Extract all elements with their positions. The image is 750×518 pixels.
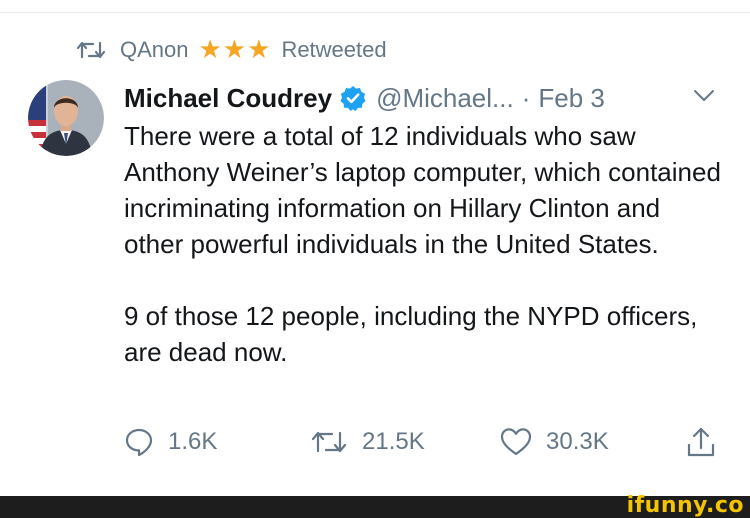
reply-icon xyxy=(125,428,153,457)
reply-count: 1.6K xyxy=(168,428,218,455)
header-separator: · xyxy=(521,82,531,113)
tweet-body: There were a total of 12 individuals who… xyxy=(124,118,724,370)
tweet-paragraph: 9 of those 12 people, including the NYPD… xyxy=(124,301,698,367)
star-emojis: ★★★ xyxy=(198,35,272,65)
like-count: 30.3K xyxy=(546,428,609,455)
retweet-context: QAnon ★★★ Retweeted xyxy=(76,33,387,67)
tweet-header: Michael Coudrey @Michael... · Feb 3 xyxy=(124,79,605,117)
ifunny-watermark: ifunny.co xyxy=(626,493,744,518)
retweet-count: 21.5K xyxy=(362,428,425,455)
retweeted-label: Retweeted xyxy=(281,37,387,62)
heart-icon xyxy=(500,428,532,456)
retweet-icon xyxy=(311,431,347,453)
like-button[interactable]: 30.3K xyxy=(500,422,609,462)
author-handle[interactable]: @Michael... xyxy=(376,83,514,114)
share-icon xyxy=(687,427,715,457)
avatar[interactable] xyxy=(28,80,104,156)
verified-badge-icon xyxy=(340,85,366,111)
retweet-button[interactable]: 21.5K xyxy=(310,422,425,462)
chevron-down-icon[interactable] xyxy=(692,84,716,108)
tweet-date[interactable]: Feb 3 xyxy=(538,83,605,114)
watermark-bar: ifunny.co xyxy=(0,493,750,518)
tweet-paragraph: There were a total of 12 individuals who… xyxy=(124,121,721,259)
reply-button[interactable]: 1.6K xyxy=(124,422,217,462)
share-button[interactable] xyxy=(686,422,730,462)
retweet-icon xyxy=(76,38,110,62)
tweet-actions: 1.6K 21.5K 30.3K xyxy=(124,422,724,462)
top-divider xyxy=(0,12,750,13)
retweeter-name[interactable]: QAnon xyxy=(120,37,189,63)
author-display-name[interactable]: Michael Coudrey xyxy=(124,83,332,114)
